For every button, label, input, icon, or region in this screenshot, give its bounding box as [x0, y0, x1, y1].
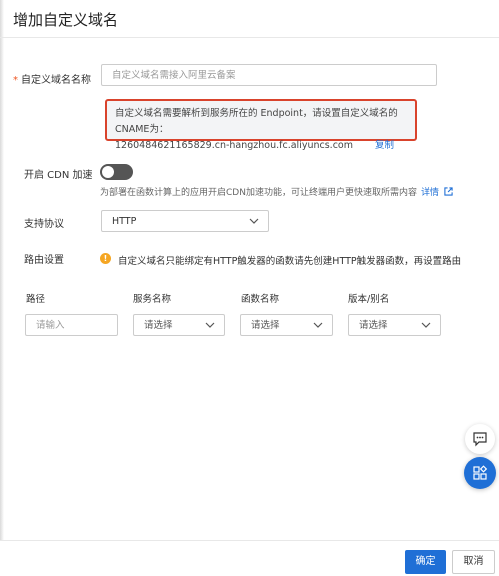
apps-icon — [473, 465, 488, 480]
version-select[interactable]: 请选择 — [348, 314, 441, 336]
cdn-details-link[interactable]: 详情 — [420, 187, 453, 198]
chevron-down-icon — [249, 218, 259, 224]
required-marker: * — [13, 75, 18, 86]
apps-button[interactable] — [464, 457, 496, 489]
chat-icon — [473, 432, 487, 447]
domain-name-label-text: 自定义域名名称 — [21, 75, 91, 86]
cancel-button[interactable]: 取消 — [452, 550, 495, 574]
service-select[interactable]: 请选择 — [133, 314, 225, 336]
column-header-version: 版本/别名 — [348, 294, 390, 305]
column-header-service: 服务名称 — [133, 294, 172, 305]
external-link-icon — [444, 187, 453, 196]
cdn-hint: 为部署在函数计算上的应用开启CDN加速功能，可让终端用户更快速取所需内容 详情 — [100, 185, 453, 198]
cdn-toggle[interactable] — [100, 164, 133, 180]
copy-endpoint-link[interactable]: 复制 — [375, 140, 394, 151]
dialog-title: 增加自定义域名 — [13, 11, 119, 29]
cdn-toggle-knob — [102, 166, 114, 178]
domain-name-placeholder: 自定义域名需接入阿里云备案 — [112, 70, 236, 81]
chevron-down-icon — [421, 322, 431, 328]
protocol-select[interactable]: HTTP — [101, 210, 269, 232]
cname-notice-text: 自定义域名需要解析到服务所在的 Endpoint，请设置自定义域名的CNAME为… — [115, 108, 398, 135]
cname-notice: 自定义域名需要解析到服务所在的 Endpoint，请设置自定义域名的CNAME为… — [105, 99, 417, 151]
confirm-button[interactable]: 确定 — [405, 550, 446, 574]
path-input[interactable]: 请输入 — [25, 314, 118, 336]
add-custom-domain-dialog: 增加自定义域名 * 自定义域名名称 自定义域名需接入阿里云备案 自定义域名需要解析… — [0, 0, 499, 576]
cdn-details-label: 详情 — [420, 188, 439, 198]
cdn-label: 开启 CDN 加速 — [24, 170, 93, 181]
protocol-value: HTTP — [112, 216, 137, 227]
version-placeholder: 请选择 — [359, 320, 388, 331]
routing-label: 路由设置 — [24, 255, 64, 266]
function-select[interactable]: 请选择 — [240, 314, 333, 336]
column-header-function: 函数名称 — [241, 294, 280, 305]
service-placeholder: 请选择 — [144, 320, 173, 331]
routing-warning: 自定义域名只能绑定有HTTP触发器的函数请先创建HTTP触发器函数，再设置路由 — [118, 256, 462, 267]
domain-name-label: * 自定义域名名称 — [13, 71, 91, 86]
chevron-down-icon — [205, 322, 215, 328]
function-placeholder: 请选择 — [251, 320, 280, 331]
column-header-path: 路径 — [26, 294, 46, 305]
path-placeholder: 请输入 — [36, 320, 65, 331]
cdn-hint-text: 为部署在函数计算上的应用开启CDN加速功能，可让终端用户更快速取所需内容 — [100, 188, 417, 198]
domain-name-input[interactable]: 自定义域名需接入阿里云备案 — [101, 64, 437, 86]
cname-endpoint: 1260484621165829.cn-hangzhou.fc.aliyuncs… — [115, 140, 353, 151]
protocol-label: 支持协议 — [24, 219, 64, 230]
dialog-header: 增加自定义域名 — [0, 0, 499, 38]
chat-button[interactable] — [465, 424, 495, 454]
chevron-down-icon — [313, 322, 323, 328]
warning-icon: ! — [100, 253, 111, 264]
panel-shadow — [0, 0, 4, 576]
